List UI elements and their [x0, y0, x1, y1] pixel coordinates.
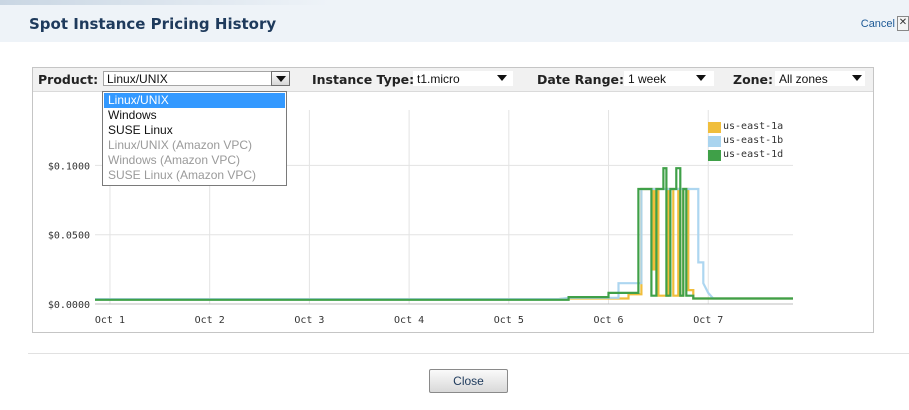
product-option-windows-vpc: Windows (Amazon VPC)	[108, 153, 241, 167]
x-tick-label: Oct 3	[294, 315, 324, 326]
chart-series	[95, 167, 793, 301]
x-tick-label: Oct 1	[95, 315, 125, 326]
legend-swatch	[708, 150, 721, 161]
x-tick-label: Oct 4	[394, 315, 424, 326]
series-line-us-east-1a	[95, 187, 793, 301]
legend-label: us-east-1a	[723, 121, 784, 132]
product-option-suse-linux-vpc: SUSE Linux (Amazon VPC)	[108, 168, 257, 182]
y-tick-label: $0.0500	[48, 231, 90, 242]
legend-label: us-east-1b	[723, 135, 784, 146]
x-tick-label: Oct 2	[195, 315, 225, 326]
product-dropdown-list: Linux/UNIX Windows SUSE Linux Linux/UNIX…	[102, 91, 287, 186]
product-option-linux-unix-vpc: Linux/UNIX (Amazon VPC)	[108, 138, 253, 152]
y-tick-label: $0.0000	[48, 300, 90, 311]
footer-divider	[28, 353, 909, 354]
legend-swatch	[708, 122, 721, 133]
product-option-linux-unix[interactable]: Linux/UNIX	[104, 93, 285, 108]
close-button[interactable]: Close	[429, 369, 508, 393]
x-tick-label: Oct 5	[494, 315, 524, 326]
legend-label: us-east-1d	[723, 149, 784, 160]
product-option-suse-linux[interactable]: SUSE Linux	[104, 123, 285, 138]
product-option-windows[interactable]: Windows	[104, 108, 285, 123]
legend-swatch	[708, 136, 721, 147]
x-tick-label: Oct 6	[593, 315, 623, 326]
price-history-chart: Oct 1 Oct 2 Oct 3 Oct 4 Oct 5 Oct 6 Oct 7 $0.00…	[48, 110, 793, 326]
y-tick-label: $0.1000	[48, 161, 90, 172]
x-tick-label: Oct 7	[693, 315, 723, 326]
